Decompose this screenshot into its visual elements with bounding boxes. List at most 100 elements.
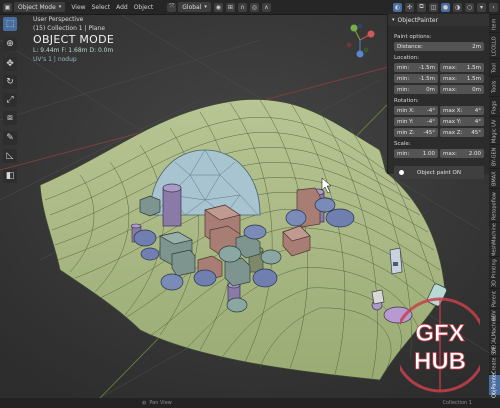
- field-value: 4°: [474, 107, 481, 114]
- location-z-min-field[interactable]: min: 0m: [394, 85, 438, 94]
- object-paint-label: Object paint ON: [417, 169, 461, 176]
- orientation-label: Global: [182, 3, 202, 11]
- location-z-max-field[interactable]: max: 0m: [440, 85, 484, 94]
- gizmo-toggle-icon[interactable]: ✣: [405, 2, 414, 12]
- scale-icon[interactable]: ⤢: [3, 93, 17, 107]
- gfxhub-watermark: GFX HUB: [400, 297, 480, 393]
- shading-options-icon[interactable]: ▾: [477, 2, 486, 12]
- status-bar: ◍ Pan View Collection 1: [0, 398, 500, 408]
- location-y-min-field[interactable]: min: -1.5m: [394, 74, 438, 83]
- distance-field[interactable]: Distance: 2m: [394, 42, 484, 51]
- rotation-y-min-field[interactable]: min Y: -4°: [394, 117, 438, 126]
- tab-bmax[interactable]: BMAX: [489, 168, 500, 189]
- footer-mouse-icon: ◍: [142, 400, 147, 406]
- transform-icon[interactable]: ⧈: [3, 111, 17, 125]
- transform-orientation-icon[interactable]: ⤧: [167, 2, 177, 12]
- add-cube-icon[interactable]: ◧: [3, 169, 17, 183]
- scale-min-field[interactable]: min: 1.00: [394, 149, 438, 158]
- tab-objpainter[interactable]: ObjPainter: [489, 372, 500, 398]
- tab-decalmachine[interactable]: DECALMachine: [489, 315, 500, 353]
- tab-lcollo[interactable]: LCOLLO: [489, 32, 500, 59]
- viewport-header: ▣ Object Mode ▾ View Select Add Object ⤧…: [0, 0, 500, 15]
- orientation-dropdown[interactable]: Global ▾: [178, 2, 211, 12]
- field-value: -4°: [426, 118, 435, 125]
- solid-shading-icon[interactable]: ●: [441, 2, 450, 12]
- menu-object[interactable]: Object: [134, 4, 154, 11]
- tab-meshmachine[interactable]: MeshMachine: [489, 222, 500, 257]
- paint-options-heading: Paint options:: [394, 34, 432, 40]
- tab-flags[interactable]: Flags: [489, 96, 500, 117]
- watermark-line1: GFX: [415, 320, 464, 347]
- field-label: max:: [443, 86, 457, 93]
- field-value: 45°: [471, 129, 481, 136]
- menu-add[interactable]: Add: [116, 4, 128, 11]
- overlay-icon[interactable]: ⧉: [417, 2, 426, 12]
- field-label: min Z:: [397, 129, 415, 136]
- tab-magic-uv[interactable]: Magic UV: [489, 116, 500, 145]
- location-heading: Location:: [394, 55, 420, 61]
- proportional-edit-icon[interactable]: ◎: [249, 2, 259, 12]
- watermark-line2: HUB: [414, 348, 466, 375]
- move-icon[interactable]: ✥: [3, 57, 17, 71]
- collection-info: (15) Collection 1 | Plane: [33, 25, 105, 32]
- editor-type-icon[interactable]: ▣: [3, 2, 12, 12]
- field-value: 1.00: [422, 150, 435, 157]
- measure-icon[interactable]: ◺: [3, 149, 17, 163]
- field-value: 2.00: [468, 150, 481, 157]
- field-value: 4°: [474, 118, 481, 125]
- material-shading-icon[interactable]: ◑: [453, 2, 462, 12]
- pivot-icon[interactable]: ◉: [213, 2, 223, 12]
- rotation-x-max-field[interactable]: max X: 4°: [440, 106, 484, 115]
- field-value: 1.5m: [466, 75, 481, 82]
- menu-select[interactable]: Select: [92, 4, 111, 11]
- tab-tools[interactable]: Tools: [489, 76, 500, 97]
- panel-toggle-icon[interactable]: ‹: [489, 2, 498, 12]
- footer-hint: Pan View: [149, 400, 172, 406]
- navigation-gizmo[interactable]: [340, 14, 380, 74]
- annotate-icon[interactable]: ✎: [3, 131, 17, 145]
- tab-by-gen[interactable]: BY-GEN: [489, 144, 500, 169]
- field-value: 0m: [426, 86, 435, 93]
- tool-shelf: ⬚ ⊕ ✥ ↻ ⤢ ⧈ ✎ ◺ ◧: [3, 17, 19, 187]
- rotation-y-max-field[interactable]: max Y: 4°: [440, 117, 484, 126]
- toggle-indicator-icon: [399, 170, 404, 175]
- mode-dropdown[interactable]: Object Mode ▾: [14, 2, 66, 12]
- tab-parent[interactable]: Parent: [489, 288, 500, 309]
- field-value: -45°: [423, 129, 435, 136]
- uv-info: UV's 1 | nodup: [33, 56, 77, 63]
- scale-max-field[interactable]: max: 2.00: [440, 149, 484, 158]
- rendered-shading-icon[interactable]: ○: [465, 2, 474, 12]
- location-y-max-field[interactable]: max: 1.5m: [440, 74, 484, 83]
- object-paint-toggle-button[interactable]: Object paint ON: [394, 166, 484, 179]
- field-label: max:: [443, 150, 457, 157]
- location-x-min-field[interactable]: min: -1.5m: [394, 63, 438, 72]
- view-name: User Perspective: [33, 16, 84, 23]
- rotate-icon[interactable]: ↻: [3, 75, 17, 89]
- tab-item[interactable]: Item: [489, 14, 500, 33]
- magnet-icon[interactable]: ∩: [237, 2, 247, 12]
- cursor-icon[interactable]: ⊕: [3, 37, 17, 51]
- snap-icon[interactable]: ⊞: [225, 2, 235, 12]
- tab-retopoflow[interactable]: Retopoflow: [489, 188, 500, 223]
- rotation-z-min-field[interactable]: min Z: -45°: [394, 128, 438, 137]
- distance-label: Distance:: [397, 43, 423, 50]
- tab-tool[interactable]: Tool: [489, 58, 500, 77]
- field-label: min:: [397, 150, 410, 157]
- visibility-icon[interactable]: ◐: [393, 2, 402, 12]
- mode-dropdown-label: Object Mode: [18, 3, 56, 11]
- rotation-z-max-field[interactable]: max Z: 45°: [440, 128, 484, 137]
- chevron-down-icon: ▾: [58, 4, 62, 10]
- tab-3d-printing[interactable]: 3D Printing: [489, 256, 500, 289]
- location-x-max-field[interactable]: max: 1.5m: [440, 63, 484, 72]
- blender-window: ▣ Object Mode ▾ View Select Add Object ⤧…: [0, 0, 500, 408]
- object-painter-panel: ▾ ObjectPainter Paint options: Distance:…: [387, 14, 490, 179]
- panel-header[interactable]: ▾ ObjectPainter: [388, 14, 490, 26]
- select-icon[interactable]: ⬚: [3, 17, 17, 31]
- xray-icon[interactable]: ◫: [429, 2, 438, 12]
- field-value: -4°: [426, 107, 435, 114]
- falloff-icon[interactable]: ∧: [261, 2, 271, 12]
- field-label: min:: [397, 64, 410, 71]
- field-label: max Y:: [443, 118, 462, 125]
- rotation-x-min-field[interactable]: min X: -4°: [394, 106, 438, 115]
- menu-view[interactable]: View: [71, 4, 85, 11]
